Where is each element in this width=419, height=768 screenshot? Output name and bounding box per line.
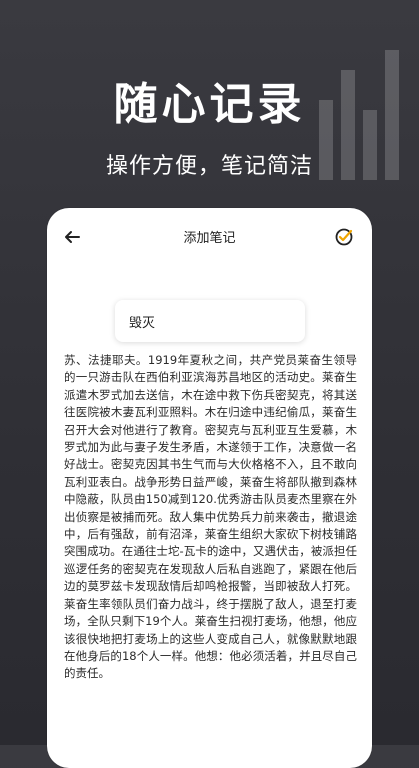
note-title-input[interactable]: 毁灭: [115, 300, 305, 342]
note-content-textarea[interactable]: 苏、法捷耶夫。1919年夏秋之间，共产党员莱奋生领导的一只游击队在西伯利亚滨海苏…: [64, 352, 357, 683]
hero-subtitle: 操作方便，笔记简洁: [105, 154, 313, 179]
page-title: 添加笔记: [183, 231, 236, 246]
hero-title: 随心记录: [113, 79, 306, 130]
nav-bar: 添加笔记: [47, 208, 372, 268]
phone-screen: 添加笔记 毁灭 苏、法捷耶夫。1919年夏秋之间，共产党员莱奋生领导的一只游击队…: [47, 208, 372, 768]
check-circle-icon[interactable]: [334, 227, 354, 247]
note-title-value: 毁灭: [129, 315, 156, 331]
